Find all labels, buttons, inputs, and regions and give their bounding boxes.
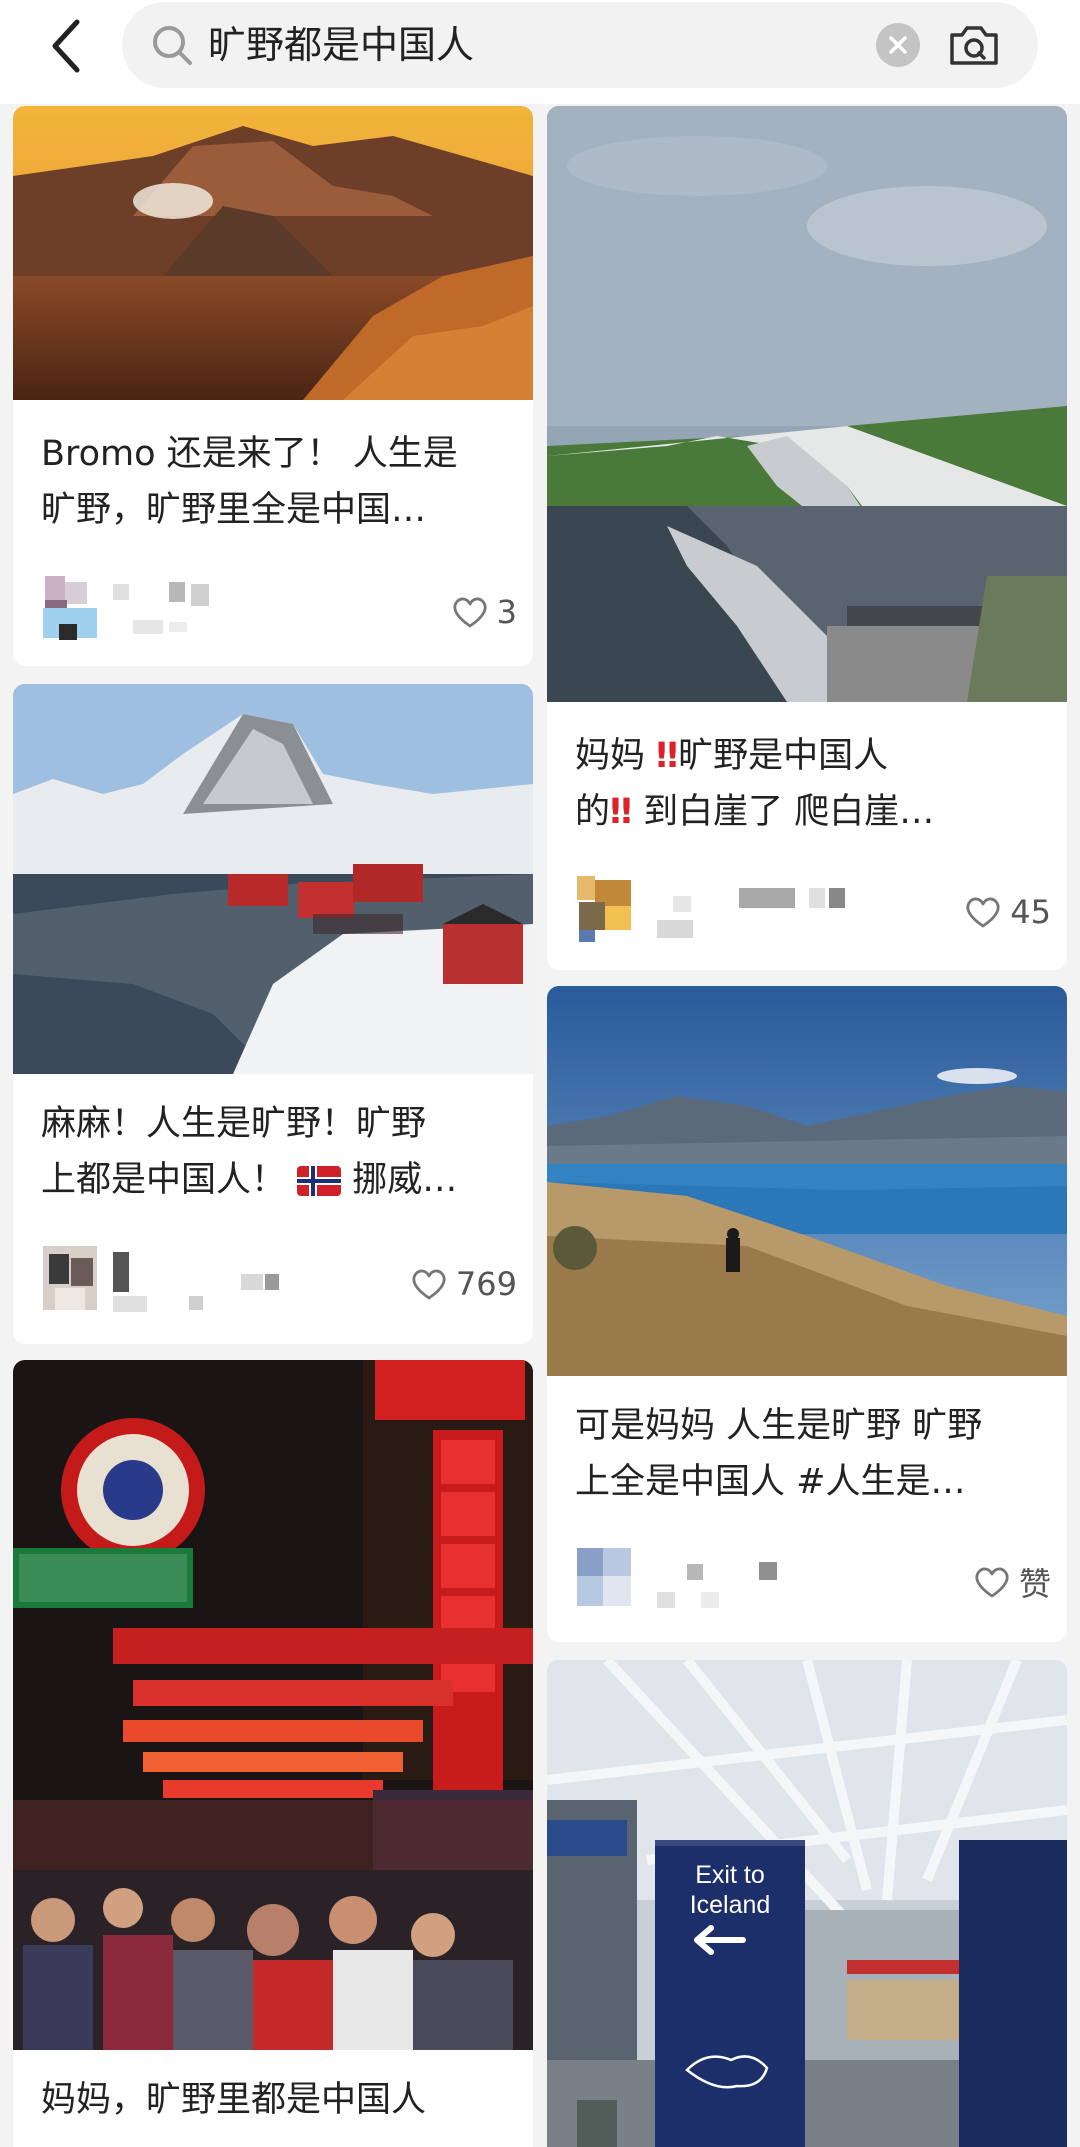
- author-name-blurred: [113, 582, 209, 634]
- post-card[interactable]: 可是妈妈 人生是旷野 旷野 上全是中国人 #人生是… 赞: [547, 986, 1067, 1642]
- search-icon: [153, 26, 192, 65]
- post-title[interactable]: 可是妈妈 人生是旷野 旷野 上全是中国人 #人生是…: [575, 1398, 1039, 1510]
- double-exclamation-icon: ‼: [656, 736, 679, 776]
- post-card[interactable]: 妈妈，旷野里都是中国人: [13, 1360, 533, 2147]
- like-count: 769: [455, 1265, 517, 1303]
- author-name-blurred: [657, 1562, 777, 1608]
- post-image[interactable]: [547, 986, 1067, 1376]
- clear-button[interactable]: [876, 23, 920, 67]
- avatar[interactable]: [575, 872, 633, 944]
- like-button[interactable]: 赞: [973, 1552, 1051, 1612]
- heart-icon: [966, 897, 1000, 928]
- exit-sign-line: Iceland: [689, 1891, 771, 1919]
- post-image[interactable]: [13, 1360, 533, 2050]
- exit-sign: Exit to Iceland: [655, 1860, 805, 1920]
- double-exclamation-icon: ‼: [610, 792, 632, 832]
- heart-icon: [453, 597, 487, 628]
- norway-flag-icon: [297, 1166, 342, 1196]
- post-meta: 3: [41, 572, 517, 652]
- avatar[interactable]: [41, 1244, 99, 1316]
- back-button[interactable]: [40, 14, 92, 78]
- post-card[interactable]: Bromo 还是来了！ 人生是 旷野，旷野里全是中国… 3: [13, 106, 533, 666]
- chevron-left-icon: [52, 19, 80, 73]
- like-count: 45: [1010, 893, 1051, 931]
- avatar[interactable]: [575, 1542, 633, 1614]
- post-meta: 45: [575, 872, 1051, 952]
- top-bar: 旷野都是中国人: [0, 0, 1080, 104]
- post-title[interactable]: 麻麻！人生是旷野！旷野 上都是中国人！ 挪威…: [41, 1096, 505, 1208]
- like-count: 3: [496, 593, 517, 631]
- post-meta: 赞: [575, 1542, 1051, 1622]
- like-button[interactable]: 3: [451, 582, 517, 642]
- like-button[interactable]: 45: [964, 882, 1051, 942]
- post-image[interactable]: [13, 106, 533, 400]
- post-card[interactable]: 妈妈 ‼旷野是中国人 的‼ 到白崖了 爬白崖… 45: [547, 106, 1067, 970]
- post-meta: 769: [41, 1244, 517, 1324]
- post-image[interactable]: Exit to Iceland: [547, 1660, 1067, 2147]
- like-button[interactable]: 769: [410, 1254, 517, 1314]
- heart-icon: [412, 1269, 446, 1300]
- author-name-blurred: [113, 1252, 279, 1312]
- avatar[interactable]: [41, 572, 99, 644]
- post-image[interactable]: [13, 684, 533, 1074]
- heart-icon: [975, 1567, 1009, 1598]
- search-input[interactable]: 旷野都是中国人: [122, 2, 1038, 88]
- post-card[interactable]: Exit to Iceland: [547, 1660, 1067, 2147]
- search-query-text[interactable]: 旷野都是中国人: [208, 2, 474, 88]
- post-image[interactable]: [547, 106, 1067, 702]
- clear-icon: [889, 36, 907, 54]
- post-card[interactable]: 麻麻！人生是旷野！旷野 上都是中国人！ 挪威… 769: [13, 684, 533, 1344]
- exit-sign-line: Exit to: [695, 1861, 765, 1889]
- post-title[interactable]: Bromo 还是来了！ 人生是 旷野，旷野里全是中国…: [41, 426, 505, 538]
- author-name-blurred: [657, 888, 845, 938]
- camera-icon[interactable]: [948, 21, 1000, 69]
- post-title[interactable]: 妈妈，旷野里都是中国人: [41, 2072, 505, 2128]
- like-count: 赞: [1018, 1565, 1051, 1603]
- post-title[interactable]: 妈妈 ‼旷野是中国人 的‼ 到白崖了 爬白崖…: [575, 728, 1039, 840]
